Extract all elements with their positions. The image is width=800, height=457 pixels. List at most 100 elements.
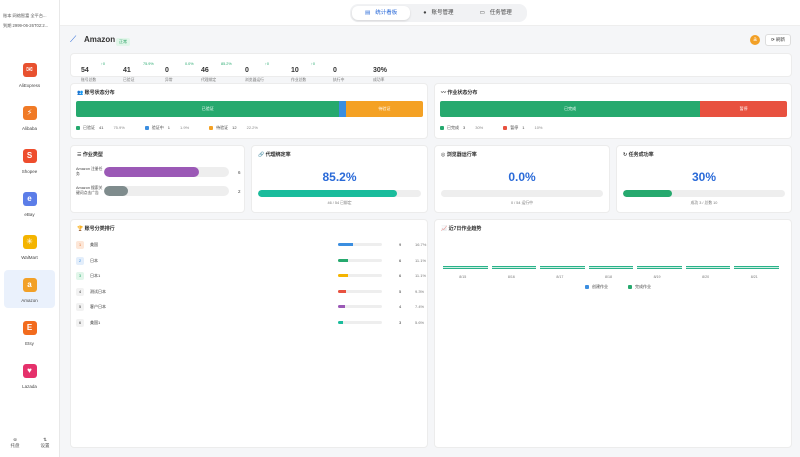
proxy-sub: 46 / 54 已绑定 [327,201,352,205]
ranking-track [338,274,382,277]
ranking-fill [338,289,347,293]
ranking-pct: 7.4% [415,304,425,309]
success-title: 任务成功率 [628,152,654,158]
stat-pct: ↑0 [311,62,316,66]
trend-bar [540,266,585,269]
tray-label: 托盘 [10,443,20,448]
ranking-row: 5 客户日本 4 7.4% [76,301,426,313]
ranking-name: 美国 [90,242,98,247]
legend-swatch [144,125,149,130]
job-status-card: 〰 作业状态分布 已完成 暂停 已完成 3 30% 暂停 1 10% [434,83,792,139]
job-type-name: Amazon 注册任务 [76,167,103,176]
tab-bar: ▤ 统计看板 ● 账号管理 ▭ 任务管理 [350,4,527,22]
proxy-progress [258,190,421,197]
job-type-count: 2 [238,189,241,194]
settings-label: 设置 [40,443,50,448]
legend-pct: 30% [475,125,484,130]
browser-sub: 0 / 54 运行中 [511,201,533,205]
stats-strip: 54 账号总数 ↑0 41 已验证 75.9% 0 异常 0.0% 46 代理绑定 85.2% 0 浏览器… [70,53,792,82]
legend-swatch [628,284,632,289]
legend-value: 41 [99,125,104,130]
sidebar-item-amazon[interactable]: a Amazon [4,270,55,308]
tray-button[interactable]: ⊚ 托盘 [11,437,20,449]
job-status-title: 作业状态分布 [447,90,478,96]
job-type-fill [104,167,199,177]
account_status-segment: 已验证 [76,101,340,117]
sidebar-item-aliexpress[interactable]: ✉ AliExpress [4,55,55,93]
ranking-pct: 11.1% [415,273,427,278]
ranking-row: 4 测试日本 5 9.3% [76,286,426,298]
sidebar-item-etsy[interactable]: E Etsy [4,313,55,351]
expiry-line: 到期 2999-06-26T02:2... [3,23,49,28]
sidebar-bottom: ⊚ 托盘 ⇅ 设置 [0,437,60,449]
sidebar-item-shopee[interactable]: S Shopee [4,141,55,179]
tab-label: 统计看板 [375,10,398,16]
job-type-track [104,167,229,177]
trend-bar [685,266,731,269]
ranking-track [338,305,382,308]
ranking-rank: 6 [76,318,84,327]
legend-label: 完成作业 [635,284,651,289]
top-nav: ▤ 统计看板 ● 账号管理 ▭ 任务管理 [60,0,800,26]
tab-0[interactable]: ▤ 统计看板 [352,6,411,20]
proxy-progress-fill [258,190,397,197]
account-status-legend: 已验证 41 75.9% 验证中 1 1.9% 待验证 12 22.2% [76,125,278,131]
trend-bar [734,266,779,269]
trend-icon: 📈 [441,226,449,232]
trend-legend-item: 创建作业 [585,284,618,289]
sidebar-item-ebay[interactable]: e eBay [4,184,55,222]
tab-2[interactable]: ▭ 任务管理 [467,6,525,20]
tab-1[interactable]: ● 账号管理 [410,6,466,20]
stat-item: 54 账号总数 ↑0 [81,59,105,83]
sidebar-item-walmart[interactable]: ✳ WalMart [4,227,55,265]
job-type-fill [104,186,128,196]
job-status-legend: 已完成 3 30% 暂停 1 10% [440,125,563,131]
ranking-row: 3 日本1 6 11.1% [76,270,426,282]
trend-x-label: 8/18 [605,275,612,279]
ranking-count: 9 [399,242,402,247]
ranking-count: 6 [399,273,402,278]
ranking-track [338,320,382,324]
stat-item: 0 异常 0.0% [165,59,194,83]
sidebar-item-alibaba[interactable]: ⚡ Alibaba [4,98,55,136]
legend-swatch [585,284,589,289]
legend-swatch [76,125,80,130]
stat-pct: ↑0 [265,62,270,66]
stat-value: 0 [333,67,337,74]
trend-title: 近7日作业趋势 [448,226,482,232]
ranking-row: 2 日本 6 11.1% [76,255,426,267]
job-type-count: 6 [238,170,241,175]
legend-pct: 1.9% [180,125,190,130]
page-header: ⟋ Amazon 正常 a ⟳ 刷新 [70,33,792,49]
legend-label: 验证中 [151,125,164,130]
browser-card: ◎ 浏览器运行率 0.0% 0 / 54 运行中 [434,145,610,213]
legend-label: 创建作业 [592,284,608,289]
legend-value: 1 [522,125,525,130]
trend-bar [491,266,537,269]
ranking-name: 客户日本 [90,304,106,309]
legend-value: 1 [167,125,171,130]
ranking-rank: 1 [76,241,84,249]
legend-value: 12 [232,125,237,130]
trend-x-label: 8/15 [459,275,467,279]
account_status-legend-item: 待验证 12 22.2% [209,125,268,130]
sidebar-item-lazada[interactable]: ♥ Lazada [4,356,55,394]
ranking-count: 3 [399,319,402,325]
aliexpress-logo-icon: ✉ [22,63,37,77]
ranking-fill [338,305,345,308]
ranking-rank: 4 [76,287,84,296]
success-value: 30% [691,170,717,184]
ranking-pct: 5.6% [415,319,425,325]
refresh-button[interactable]: ⟳ 刷新 [765,34,791,46]
shopee-logo-icon: S [22,149,37,163]
stat-item: 41 已验证 75.9% [123,59,154,83]
trophy-icon: 🏆 [77,226,85,232]
ranking-fill [338,258,348,262]
settings-button[interactable]: ⇅ 设置 [41,437,50,449]
sidebar-item-label: Alibaba [21,126,37,131]
stat-pct: 85.2% [221,62,232,66]
job-type-track [104,186,229,196]
sidebar-item-label: Lazada [22,384,37,389]
ranking-track [338,289,382,293]
stat-value: 46 [201,67,209,74]
